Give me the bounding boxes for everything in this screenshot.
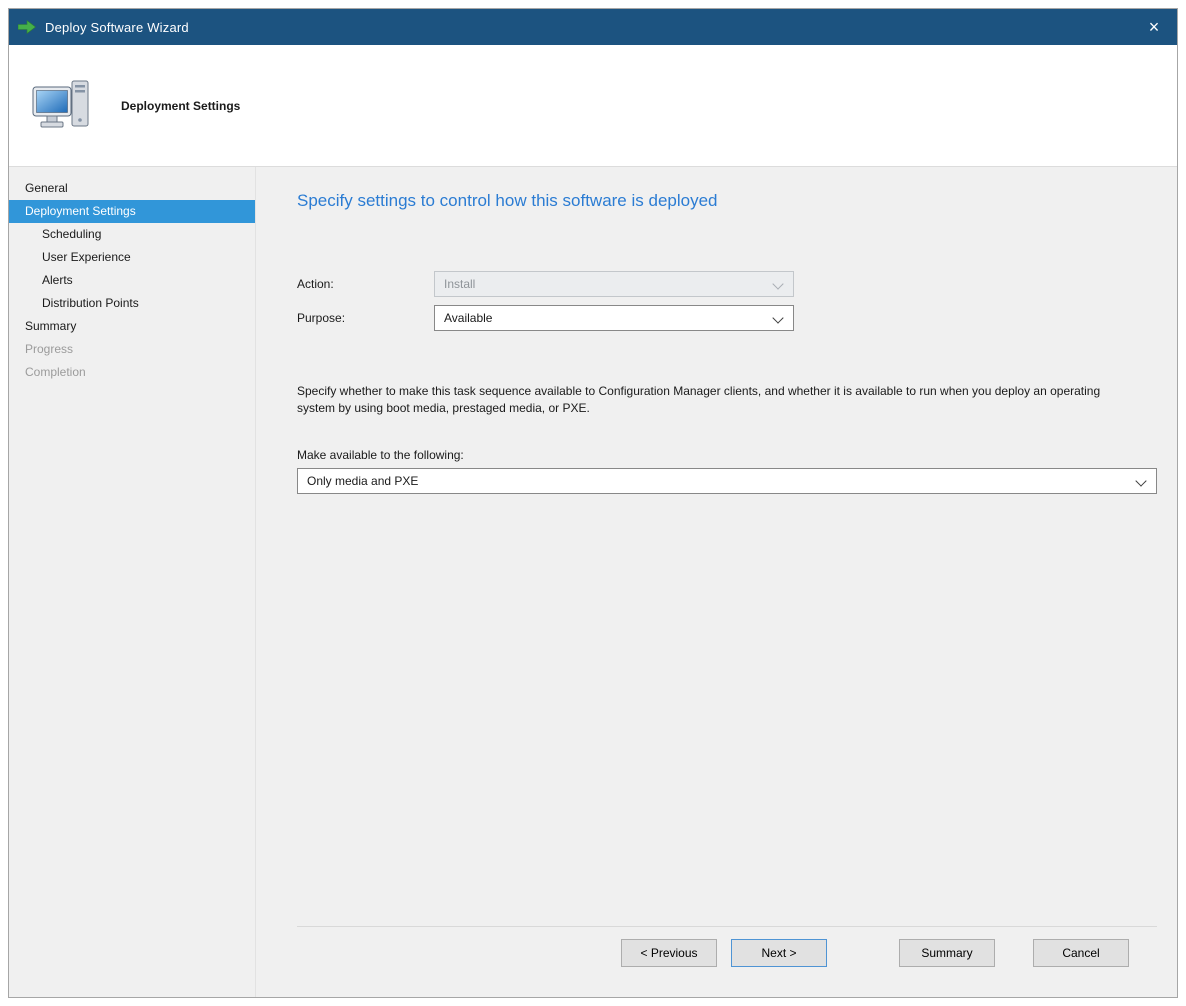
content-heading: Specify settings to control how this sof… [297, 191, 1157, 211]
sidebar-item-distribution-points[interactable]: Distribution Points [9, 292, 255, 315]
purpose-dropdown[interactable]: Available [434, 305, 794, 331]
chevron-down-icon [772, 278, 783, 289]
chevron-down-icon [1135, 475, 1146, 486]
deployment-settings-form: Action: Install Purpose: Available [297, 271, 1157, 339]
make-available-value: Only media and PXE [307, 474, 418, 488]
action-label: Action: [297, 277, 434, 291]
sidebar-item-general[interactable]: General [9, 177, 255, 200]
summary-button[interactable]: Summary [899, 939, 995, 967]
wizard-steps-sidebar: General Deployment Settings Scheduling U… [9, 167, 256, 997]
footer: < Previous Next > Summary Cancel [297, 926, 1157, 997]
action-value: Install [444, 277, 475, 291]
sidebar-item-completion: Completion [9, 361, 255, 384]
wizard-body: General Deployment Settings Scheduling U… [9, 167, 1177, 997]
window-title: Deploy Software Wizard [45, 20, 189, 35]
sidebar-item-progress: Progress [9, 338, 255, 361]
sidebar-item-user-experience[interactable]: User Experience [9, 246, 255, 269]
previous-button[interactable]: < Previous [621, 939, 717, 967]
make-available-label: Make available to the following: [297, 448, 1157, 462]
sidebar-item-deployment-settings[interactable]: Deployment Settings [9, 200, 255, 223]
description-text: Specify whether to make this task sequen… [297, 383, 1125, 418]
purpose-value: Available [444, 311, 492, 325]
titlebar[interactable]: Deploy Software Wizard × [9, 9, 1177, 45]
content-pane: Specify settings to control how this sof… [256, 167, 1177, 997]
sidebar-item-scheduling[interactable]: Scheduling [9, 223, 255, 246]
make-available-dropdown[interactable]: Only media and PXE [297, 468, 1157, 494]
close-icon[interactable]: × [1131, 9, 1177, 45]
action-dropdown: Install [434, 271, 794, 297]
page-title: Deployment Settings [121, 99, 240, 113]
deploy-software-wizard-window: Deploy Software Wizard × [8, 8, 1178, 998]
next-button[interactable]: Next > [731, 939, 827, 967]
sidebar-item-summary[interactable]: Summary [9, 315, 255, 338]
action-row: Action: Install [297, 271, 1157, 297]
purpose-label: Purpose: [297, 311, 434, 325]
sidebar-item-alerts[interactable]: Alerts [9, 269, 255, 292]
computer-icon [31, 79, 93, 133]
footer-button-row: < Previous Next > Summary Cancel [297, 927, 1157, 997]
chevron-down-icon [772, 312, 783, 323]
deploy-arrow-icon [18, 20, 36, 34]
wizard-header: Deployment Settings [9, 45, 1177, 167]
cancel-button[interactable]: Cancel [1033, 939, 1129, 967]
purpose-row: Purpose: Available [297, 305, 1157, 331]
